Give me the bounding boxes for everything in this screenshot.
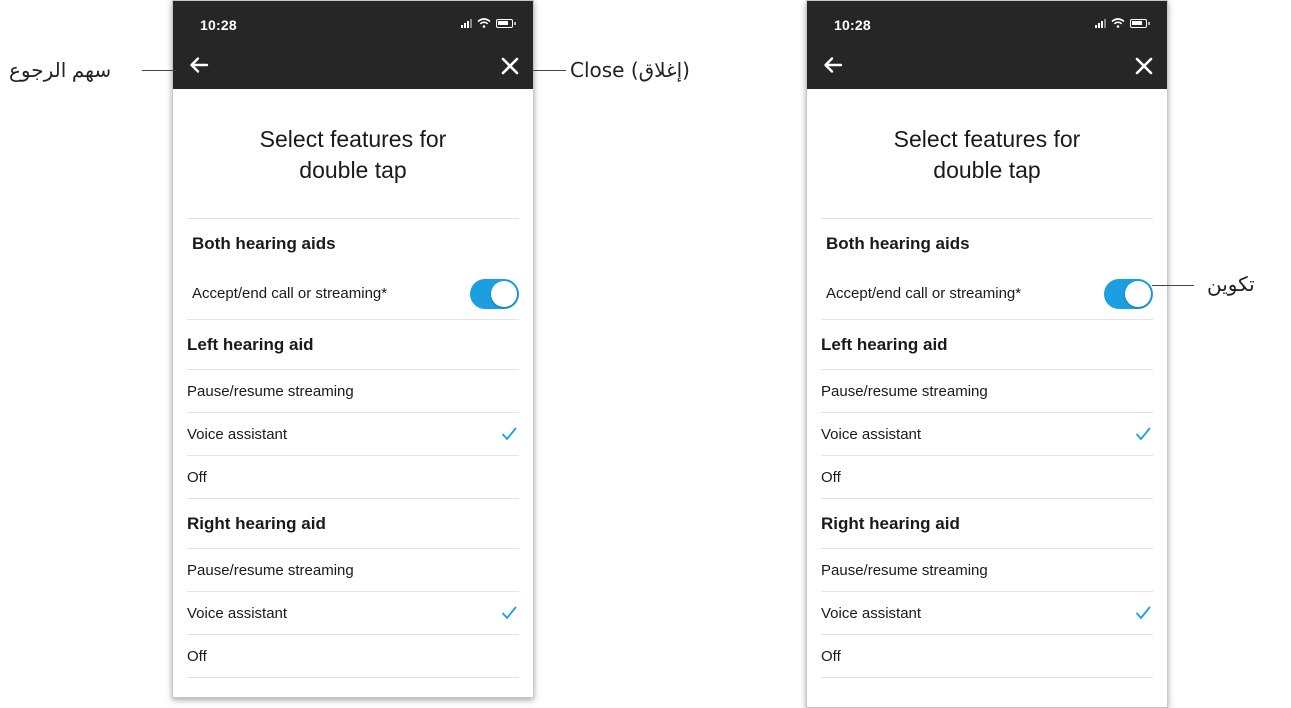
top-bar: 10:28 — [807, 1, 1167, 89]
close-icon[interactable] — [1133, 55, 1155, 77]
wifi-icon — [477, 18, 491, 28]
checkmark-icon — [1136, 606, 1151, 619]
toggle-row: Accept/end call or streaming* — [187, 268, 519, 319]
page-title: Select features for double tap — [187, 89, 519, 218]
option-right-voice-assistant[interactable]: Voice assistant — [187, 592, 519, 634]
option-label: Pause/resume streaming — [187, 382, 354, 400]
annotation-close: Close (إغلاق) — [570, 58, 690, 82]
toggle-label: Accept/end call or streaming* — [826, 285, 1022, 302]
section-header-right: Right hearing aid — [821, 514, 960, 533]
divider — [187, 677, 519, 678]
status-icons — [461, 18, 516, 28]
option-left-off[interactable]: Off — [187, 456, 519, 498]
phone-screen-right: 10:28 Select features for double tap Bot… — [806, 0, 1168, 708]
option-right-off[interactable]: Off — [187, 635, 519, 677]
checkmark-icon — [1136, 427, 1151, 440]
section-header-both: Both hearing aids — [192, 234, 336, 253]
option-label: Pause/resume streaming — [187, 561, 354, 579]
option-left-voice-assistant[interactable]: Voice assistant — [187, 413, 519, 455]
toggle-knob — [491, 280, 517, 307]
page-title-line-1: Select features for — [259, 126, 447, 152]
page-title-line-2: double tap — [933, 157, 1041, 183]
top-bar: 10:28 — [173, 1, 533, 89]
option-label: Voice assistant — [821, 425, 922, 443]
option-label: Voice assistant — [821, 604, 922, 622]
option-right-pause-resume[interactable]: Pause/resume streaming — [187, 549, 519, 591]
section-header-both: Both hearing aids — [826, 234, 970, 253]
checkmark-icon — [502, 606, 517, 619]
wifi-icon — [1111, 18, 1125, 28]
page-title: Select features for double tap — [821, 89, 1153, 218]
signal-icon — [1095, 18, 1106, 28]
divider — [821, 677, 1153, 678]
option-label: Off — [821, 647, 841, 665]
option-label: Voice assistant — [187, 604, 288, 622]
option-right-pause-resume[interactable]: Pause/resume streaming — [821, 549, 1153, 591]
annotation-back-arrow: سهم الرجوع — [9, 60, 112, 82]
option-left-off[interactable]: Off — [821, 456, 1153, 498]
option-label: Pause/resume streaming — [821, 382, 988, 400]
option-label: Voice assistant — [187, 425, 288, 443]
battery-icon — [1130, 18, 1150, 28]
toggle-knob — [1125, 280, 1151, 307]
leader-line-close — [532, 70, 566, 71]
option-left-pause-resume[interactable]: Pause/resume streaming — [821, 370, 1153, 412]
option-label: Off — [187, 647, 207, 665]
status-time: 10:28 — [834, 17, 871, 33]
option-right-off[interactable]: Off — [821, 635, 1153, 677]
checkmark-icon — [502, 427, 517, 440]
status-icons — [1095, 18, 1150, 28]
arrow-left-icon[interactable] — [187, 53, 211, 77]
page-title-line-1: Select features for — [893, 126, 1081, 152]
toggle-label: Accept/end call or streaming* — [192, 285, 388, 302]
battery-icon — [496, 18, 516, 28]
section-header-right: Right hearing aid — [187, 514, 326, 533]
section-header-left: Left hearing aid — [821, 335, 948, 354]
status-time: 10:28 — [200, 17, 237, 33]
arrow-left-icon[interactable] — [821, 53, 845, 77]
phone-screen-left: 10:28 Select features for double tap Bot… — [172, 0, 534, 698]
option-right-voice-assistant[interactable]: Voice assistant — [821, 592, 1153, 634]
content: Select features for double tap Both hear… — [173, 89, 533, 678]
section-header-left: Left hearing aid — [187, 335, 314, 354]
leader-line-toggle — [1152, 285, 1194, 286]
option-label: Off — [187, 468, 207, 486]
call-streaming-toggle[interactable] — [1104, 278, 1153, 309]
call-streaming-toggle[interactable] — [470, 278, 519, 309]
option-label: Off — [821, 468, 841, 486]
leader-line-back — [142, 70, 176, 71]
annotation-toggle: تكوين — [1207, 274, 1255, 296]
option-left-pause-resume[interactable]: Pause/resume streaming — [187, 370, 519, 412]
page-title-line-2: double tap — [299, 157, 407, 183]
option-left-voice-assistant[interactable]: Voice assistant — [821, 413, 1153, 455]
toggle-row: Accept/end call or streaming* — [821, 268, 1153, 319]
option-label: Pause/resume streaming — [821, 561, 988, 579]
signal-icon — [461, 18, 472, 28]
content: Select features for double tap Both hear… — [807, 89, 1167, 678]
close-icon[interactable] — [499, 55, 521, 77]
